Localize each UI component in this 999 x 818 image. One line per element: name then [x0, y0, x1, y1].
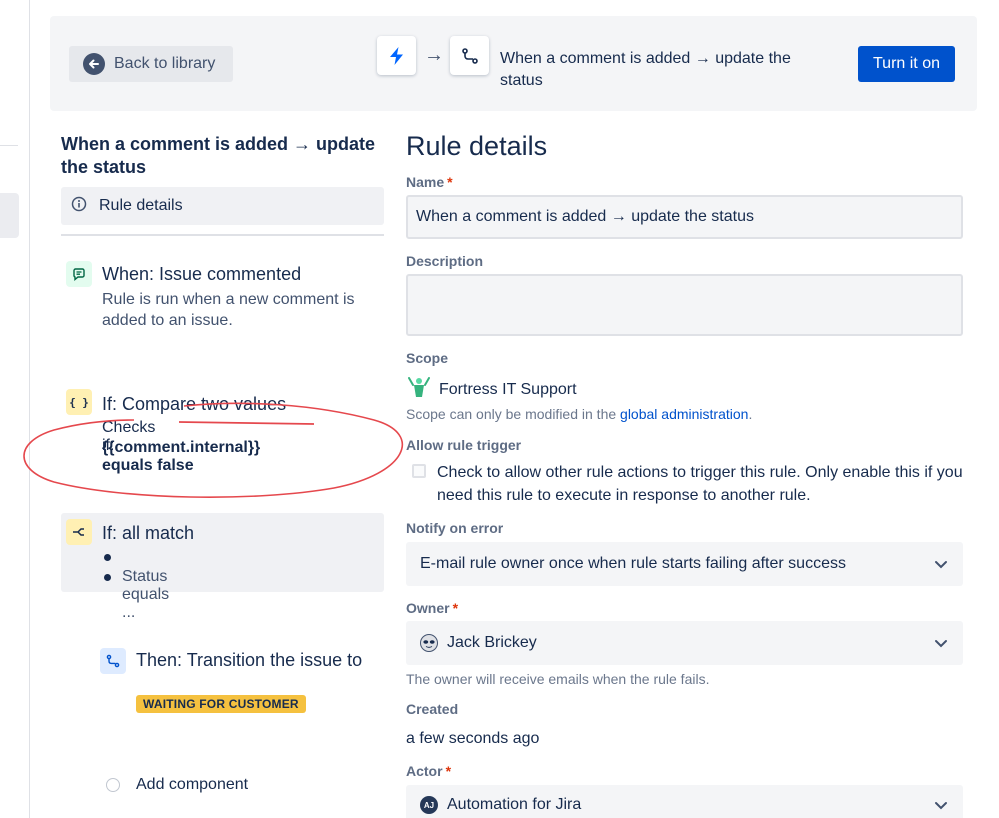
description-label: Description: [406, 253, 484, 269]
add-component-button[interactable]: Add component: [106, 776, 248, 794]
status-equals-condition: Status equals ...: [122, 568, 170, 621]
status-lozenge: WAITING FOR CUSTOMER: [136, 695, 306, 713]
add-component-label: Add component: [136, 776, 249, 793]
user-avatar-icon: [420, 634, 438, 652]
arrow-right-icon: →: [424, 44, 444, 66]
left-navigation-rail: [0, 0, 30, 818]
scope-value: Fortress IT Support: [406, 376, 577, 403]
created-label: Created: [406, 701, 459, 717]
transition-title: Then: Transition the issue to: [136, 650, 363, 670]
scope-project-name: Fortress IT Support: [439, 380, 577, 398]
transition-icon: [100, 648, 126, 674]
page-title: Rule details: [406, 131, 548, 161]
actor-label: Actor *: [406, 763, 452, 779]
actor-selected-value: Automation for Jira: [447, 796, 582, 813]
info-icon: [71, 196, 87, 217]
allow-rule-trigger-text: Check to allow other rule actions to tri…: [437, 464, 963, 504]
sidebar-rule-title: When a comment is added → update the sta…: [61, 134, 376, 177]
allow-rule-trigger-checkbox[interactable]: [412, 464, 426, 478]
allow-rule-trigger-label: Allow rule trigger: [406, 437, 522, 453]
notify-on-error-label: Notify on error: [406, 520, 504, 536]
scope-helper-text: Scope can only be modified in the global…: [406, 406, 753, 422]
rule-header-bar: Back to library → When a comment is adde…: [50, 16, 977, 111]
actor-select[interactable]: AJ Automation for Jira: [406, 785, 963, 818]
rule-details-tab-label: Rule details: [99, 197, 183, 214]
description-field[interactable]: [406, 274, 963, 336]
condition-bullet: [104, 554, 111, 561]
chevron-down-icon: [931, 633, 951, 658]
actor-avatar-icon: AJ: [420, 796, 438, 814]
chevron-down-icon: [931, 795, 951, 818]
condition-bullet: [104, 574, 111, 581]
owner-label: Owner *: [406, 600, 459, 616]
global-administration-link[interactable]: global administration: [620, 406, 748, 422]
turn-it-on-button[interactable]: Turn it on: [858, 46, 955, 82]
rail-divider: [0, 145, 18, 146]
owner-selected-value: Jack Brickey: [447, 634, 537, 651]
trigger-bolt-icon: [377, 36, 416, 75]
back-to-library-label: Back to library: [114, 55, 216, 72]
scope-label: Scope: [406, 350, 449, 366]
sidebar-divider: [61, 234, 384, 236]
curly-braces-icon: { }: [66, 389, 92, 415]
rule-details-tab[interactable]: Rule details: [61, 187, 384, 225]
condition-expression: {{comment.internal}} equals false: [102, 439, 261, 474]
owner-select[interactable]: Jack Brickey: [406, 621, 963, 665]
notify-selected-value: E-mail rule owner once when rule starts …: [420, 555, 846, 572]
name-label: Name *: [406, 174, 453, 190]
add-circle-icon: [106, 778, 120, 792]
all-match-title: If: all match: [102, 523, 195, 543]
notify-on-error-select[interactable]: E-mail rule owner once when rule starts …: [406, 542, 963, 586]
header-rule-title: When a comment is added → update the sta…: [500, 50, 791, 89]
created-value: a few seconds ago: [406, 730, 540, 747]
trigger-description: Rule is run when a new comment is added …: [102, 291, 355, 329]
transition-branch-icon: [450, 36, 489, 75]
comment-icon: [66, 261, 92, 287]
trigger-title: When: Issue commented: [102, 264, 302, 284]
compare-condition-title: If: Compare two values: [102, 394, 287, 414]
branch-condition-icon: [66, 519, 92, 545]
arrow-left-icon: [83, 53, 105, 75]
name-field[interactable]: When a comment is added → update the sta…: [406, 195, 963, 239]
back-to-library-button[interactable]: Back to library: [69, 46, 233, 82]
chevron-down-icon: [931, 554, 951, 579]
owner-helper-text: The owner will receive emails when the r…: [406, 671, 710, 687]
rail-active-item[interactable]: [0, 193, 19, 238]
project-avatar-icon: [406, 376, 432, 403]
